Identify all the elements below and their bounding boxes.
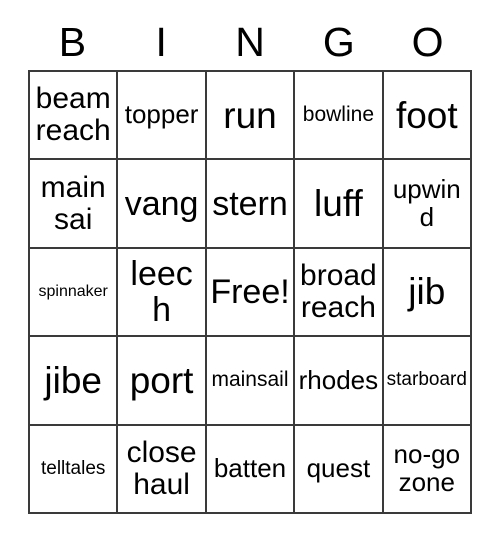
bingo-header-letter-b: B bbox=[58, 18, 87, 65]
bingo-cell-label: close haul bbox=[126, 436, 197, 501]
bingo-cell[interactable]: spinnaker bbox=[30, 248, 119, 338]
bingo-card: B I N G O beam reach topper run bowline foot… bbox=[0, 0, 500, 544]
bingo-cell[interactable]: jib bbox=[383, 248, 472, 338]
bingo-cell[interactable]: starboard bbox=[383, 337, 472, 426]
bingo-cell[interactable]: run bbox=[206, 72, 296, 161]
bingo-cell-label: stern bbox=[212, 184, 288, 223]
bingo-cell-label: port bbox=[129, 359, 194, 401]
bingo-cell[interactable]: broad reach bbox=[295, 248, 384, 338]
bingo-cell-label: luff bbox=[314, 182, 363, 224]
bingo-cell-label: vang bbox=[124, 184, 199, 223]
bingo-header-row: B I N G O bbox=[28, 14, 472, 70]
bingo-cell-label: beam reach bbox=[35, 82, 111, 148]
bingo-cell[interactable]: telltales bbox=[30, 425, 119, 514]
bingo-cell-label: leech bbox=[130, 254, 193, 329]
bingo-cell[interactable]: upwind bbox=[383, 160, 472, 249]
bingo-cell[interactable]: no-go zone bbox=[383, 425, 472, 514]
bingo-cell-label: jibe bbox=[44, 359, 102, 401]
bingo-cell-label: telltales bbox=[40, 457, 106, 479]
bingo-cell[interactable]: stern bbox=[206, 160, 296, 249]
bingo-cell-label: upwind bbox=[392, 174, 461, 232]
bingo-cell[interactable]: close haul bbox=[118, 425, 207, 514]
bingo-cell[interactable]: topper bbox=[118, 72, 207, 161]
bingo-cell[interactable]: jibe bbox=[30, 337, 119, 426]
bingo-header-letter-i: I bbox=[155, 18, 167, 65]
bingo-cell-label: no-go zone bbox=[393, 439, 461, 497]
bingo-cell[interactable]: batten bbox=[206, 425, 296, 514]
bingo-cell-label: starboard bbox=[386, 369, 467, 391]
bingo-cell[interactable]: beam reach bbox=[30, 72, 119, 161]
bingo-cell[interactable]: mainsail bbox=[206, 337, 296, 426]
bingo-cell-label: main sai bbox=[40, 170, 106, 236]
bingo-header-letter-o: O bbox=[411, 18, 444, 65]
bingo-cell-label: jib bbox=[408, 271, 446, 313]
bingo-cell-label: broad reach bbox=[300, 259, 377, 324]
bingo-cell-label: foot bbox=[395, 94, 458, 136]
bingo-header-letter-n: N bbox=[235, 18, 265, 65]
bingo-cell[interactable]: bowline bbox=[295, 72, 384, 161]
bingo-grid: beam reach topper run bowline foot main sai va… bbox=[28, 70, 472, 514]
bingo-cell-label: mainsail bbox=[211, 368, 289, 392]
bingo-header-letter-g: G bbox=[322, 18, 355, 65]
bingo-cell[interactable]: luff bbox=[295, 160, 384, 249]
bingo-cell[interactable]: vang bbox=[118, 160, 207, 249]
bingo-cell[interactable]: foot bbox=[383, 72, 472, 161]
bingo-cell[interactable]: port bbox=[118, 337, 207, 426]
bingo-cell[interactable]: quest bbox=[295, 425, 384, 514]
bingo-cell-label: run bbox=[223, 94, 277, 136]
bingo-cell[interactable]: Free! bbox=[206, 248, 296, 338]
bingo-cell-label: bowline bbox=[302, 103, 374, 127]
bingo-cell[interactable]: main sai bbox=[30, 160, 119, 249]
bingo-cell-label: Free! bbox=[210, 272, 290, 311]
bingo-cell-label: spinnaker bbox=[38, 282, 108, 300]
bingo-cell[interactable]: rhodes bbox=[295, 337, 384, 426]
bingo-cell[interactable]: leech bbox=[118, 248, 207, 338]
bingo-cell-label: quest bbox=[306, 453, 371, 484]
bingo-cell-label: topper bbox=[124, 99, 199, 130]
bingo-cell-label: rhodes bbox=[298, 364, 379, 395]
bingo-cell-label: batten bbox=[213, 453, 287, 484]
